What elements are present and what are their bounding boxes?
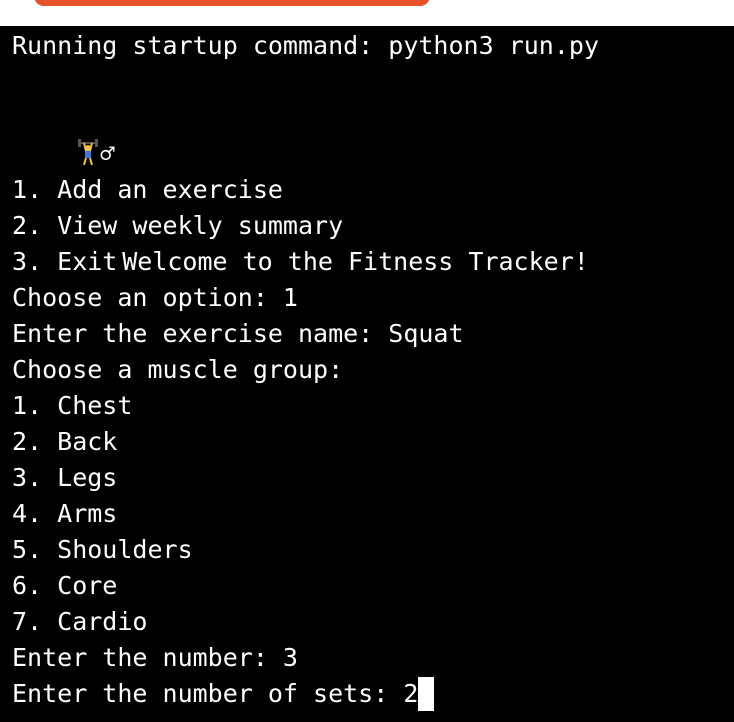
sets-input-line[interactable]: Enter the number of sets: 2: [12, 676, 435, 712]
muscle-option-back: 2. Back: [12, 427, 118, 456]
menu-item-add-exercise: 1. Add an exercise: [12, 175, 283, 204]
startup-command-line: Running startup command: python3 run.py: [12, 31, 599, 60]
menu-item-exit: 3. Exit: [12, 247, 118, 276]
muscle-option-shoulders: 5. Shoulders: [12, 535, 193, 564]
run-button[interactable]: [34, 0, 430, 6]
terminal-console[interactable]: Running startup command: python3 run.py …: [0, 26, 734, 722]
welcome-line: ♂ Welcome to the Fitness Tracker!: [12, 100, 589, 276]
muscle-option-core: 6. Core: [12, 571, 118, 600]
menu-item-weekly-summary: 2. View weekly summary: [12, 211, 344, 240]
text-cursor: [418, 677, 435, 711]
sets-prompt-text: Enter the number of sets: 2: [12, 679, 419, 708]
enter-number-line: Enter the number: 3: [12, 643, 298, 672]
exercise-name-line: Enter the exercise name: Squat: [12, 319, 464, 348]
choose-option-line: Choose an option: 1: [12, 283, 298, 312]
muscle-option-chest: 1. Chest: [12, 391, 133, 420]
male-sign-icon: ♂: [100, 140, 115, 168]
muscle-option-arms: 4. Arms: [12, 499, 118, 528]
muscle-option-cardio: 7. Cardio: [12, 607, 148, 636]
muscle-group-prompt: Choose a muscle group:: [12, 355, 344, 384]
muscle-option-legs: 3. Legs: [12, 463, 118, 492]
welcome-text: Welcome to the Fitness Tracker!: [122, 247, 589, 276]
